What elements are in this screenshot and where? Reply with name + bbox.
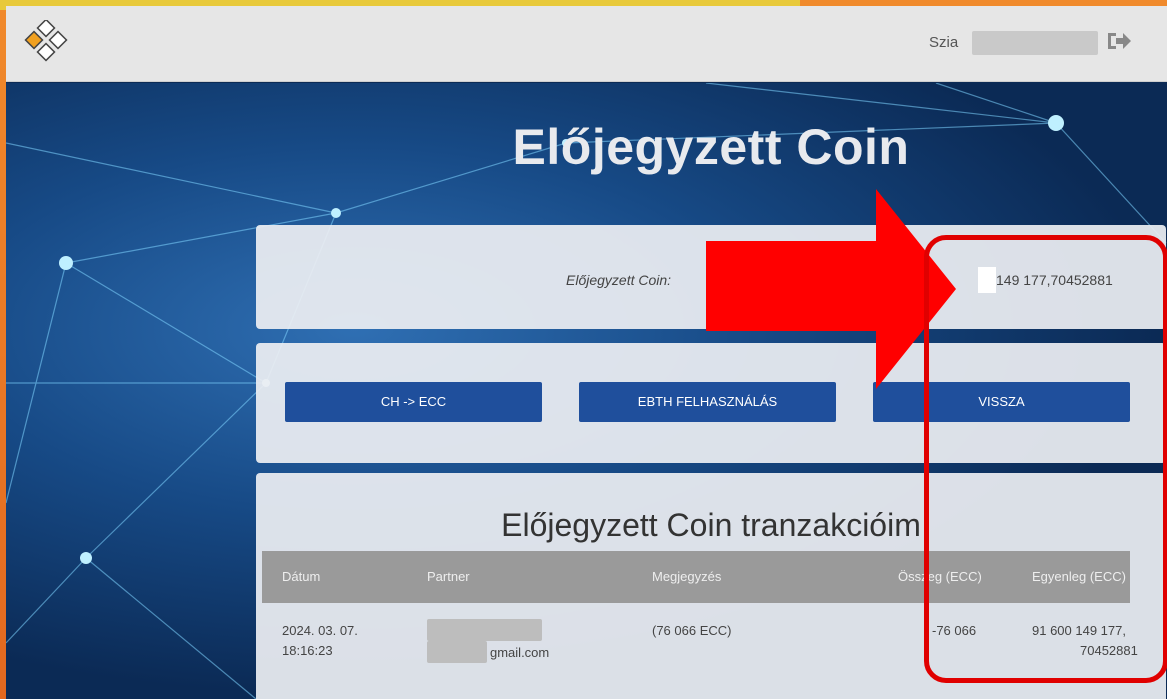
red-annotation-box	[924, 235, 1167, 683]
column-note[interactable]: Megjegyzés	[652, 569, 721, 584]
row-time: 18:16:23	[282, 643, 333, 658]
logout-icon[interactable]	[1106, 30, 1132, 52]
greeting-text: Szia	[929, 34, 959, 51]
row-date: 2024. 03. 07.	[282, 623, 358, 638]
page-title: Előjegyzett Coin	[512, 119, 910, 175]
row-note: (76 066 ECC)	[652, 623, 732, 638]
column-date[interactable]: Dátum	[282, 569, 320, 584]
app-window: Szia Előjegyzett Coin Előjegyzett Coin: …	[6, 6, 1167, 699]
balance-label: Előjegyzett Coin:	[566, 272, 672, 288]
redacted-partner	[427, 619, 542, 641]
redacted-username	[972, 31, 1098, 55]
logo-icon[interactable]	[24, 20, 70, 66]
row-partner-suffix: gmail.com	[490, 645, 550, 660]
redacted-partner-email	[427, 641, 487, 663]
ch-to-ecc-button[interactable]: CH -> ECC	[285, 382, 542, 422]
column-partner[interactable]: Partner	[427, 569, 470, 584]
top-navbar: Szia	[6, 6, 1167, 82]
